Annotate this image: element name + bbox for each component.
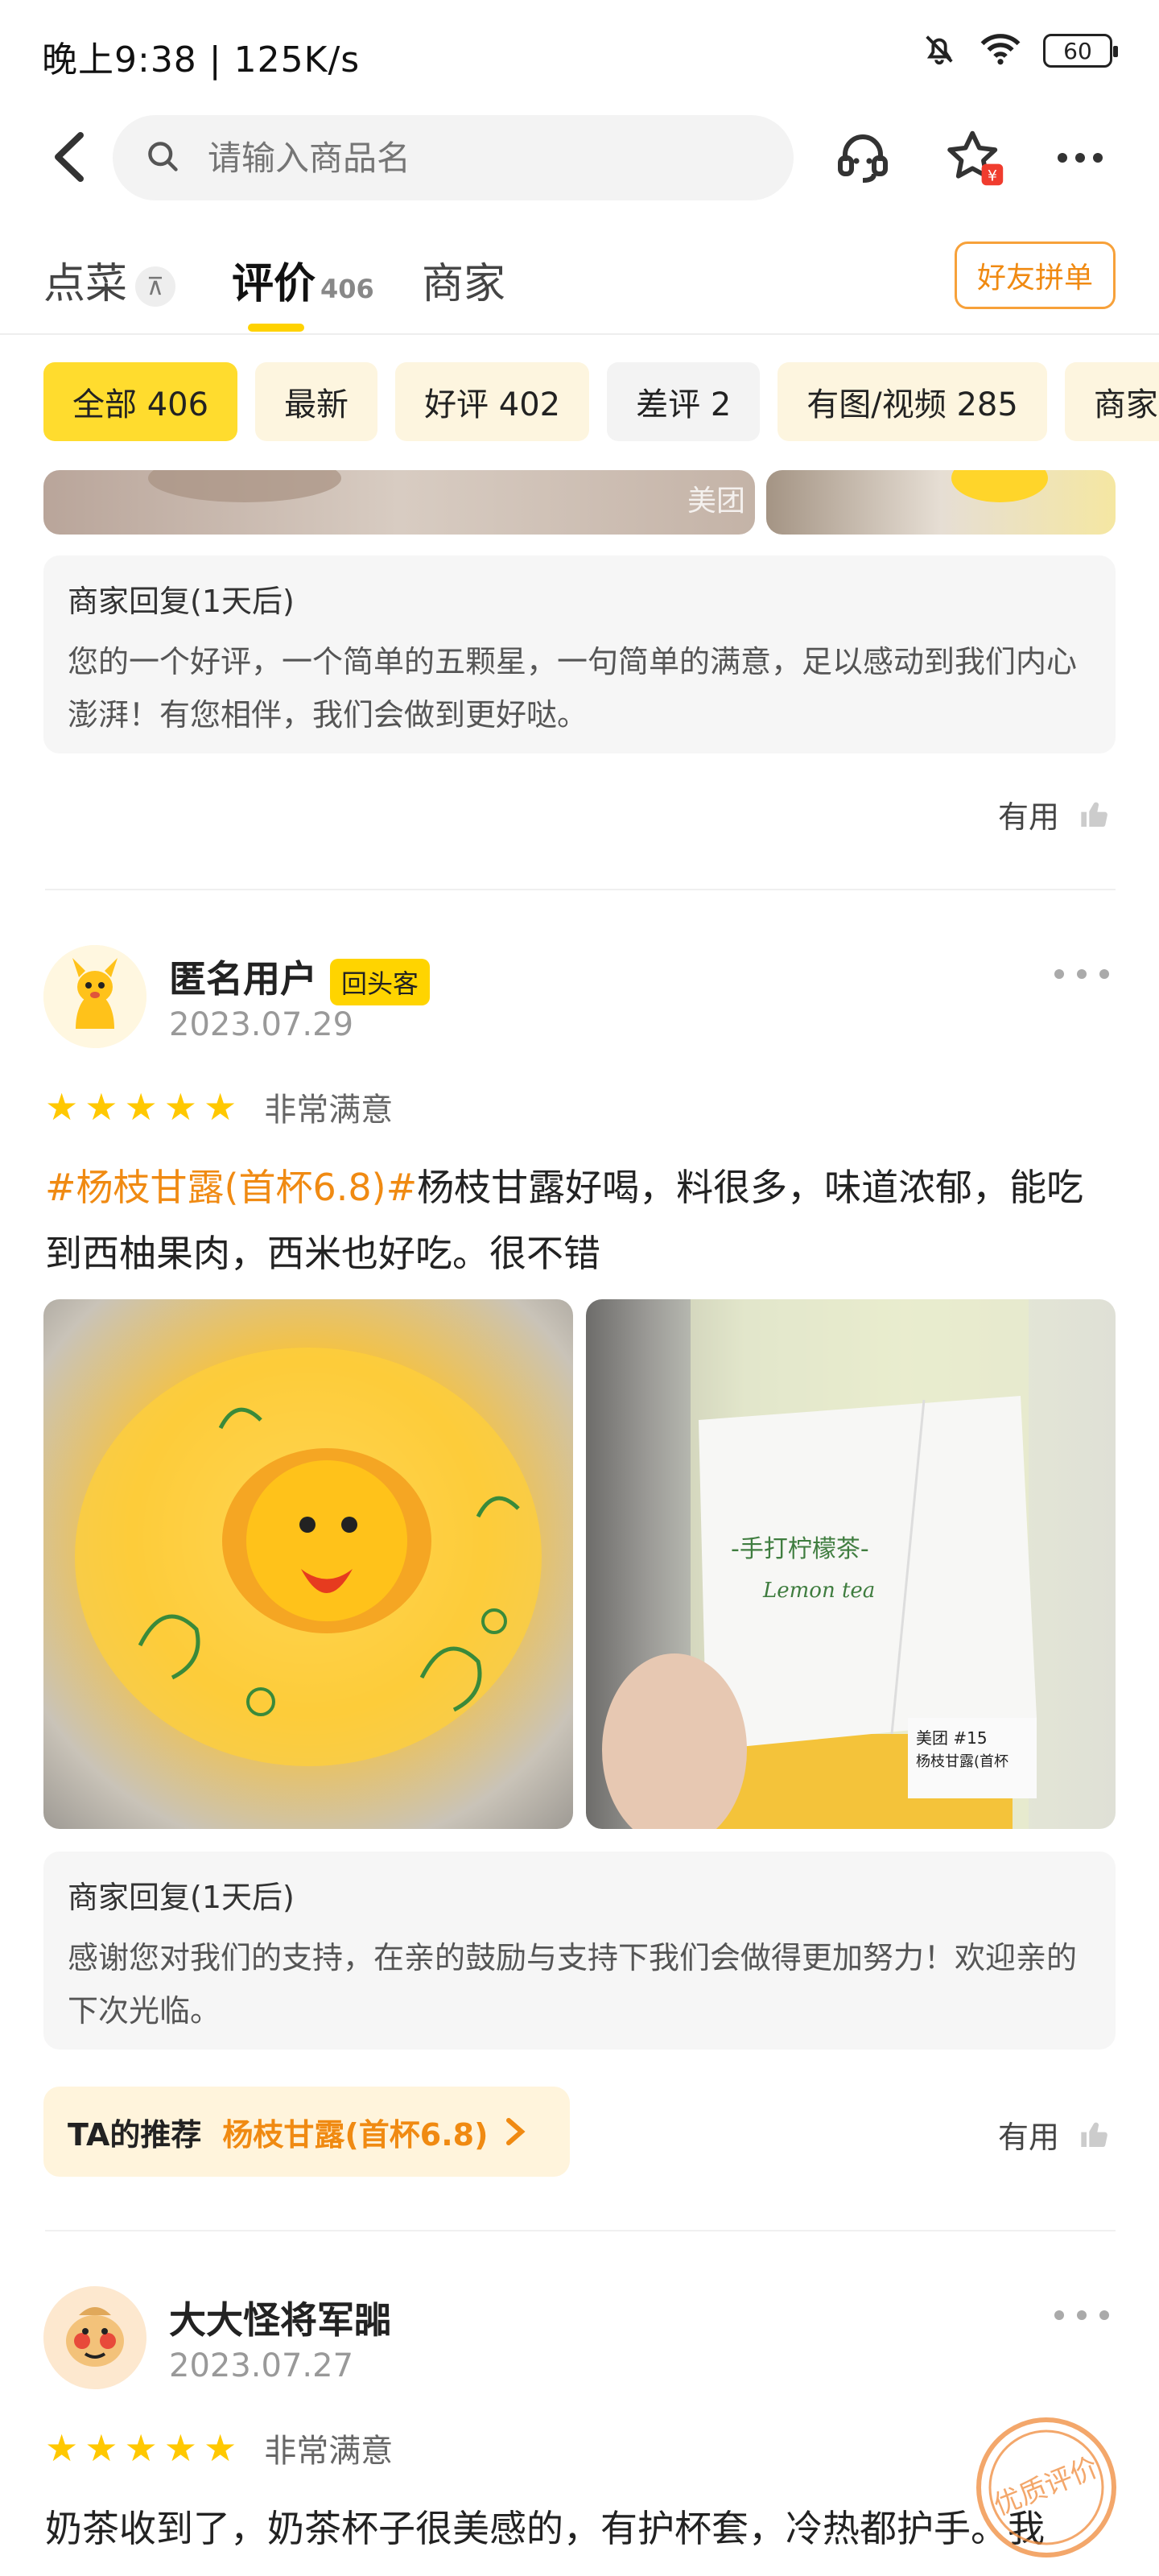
status-time: 晚上9:38 | 125K/s: [42, 39, 361, 80]
battery-indicator: 60: [1043, 34, 1118, 68]
avatar[interactable]: [43, 945, 146, 1048]
review-more-button[interactable]: [1051, 2294, 1112, 2331]
star-icon: ★: [163, 2426, 197, 2470]
rating-text: 非常满意: [264, 2433, 394, 2470]
filter-positive[interactable]: 好评 402: [395, 362, 590, 441]
star-outline-icon: ¥: [947, 130, 1004, 186]
review-more-button[interactable]: [1051, 953, 1112, 990]
chevron-right-icon: [506, 2118, 526, 2145]
more-options-button[interactable]: [1046, 124, 1114, 192]
back-button[interactable]: [45, 129, 93, 185]
customer-service-button[interactable]: [829, 124, 897, 192]
useful-label: 有用: [997, 2120, 1059, 2155]
reply-title: 商家回复(1天后): [68, 1880, 295, 1915]
filter-merchant[interactable]: 商家: [1064, 362, 1159, 441]
search-input[interactable]: [208, 138, 691, 178]
review-user[interactable]: 匿名用户 回头客: [169, 950, 431, 1005]
tab-merchant-label: 商家: [422, 260, 506, 308]
filter-all[interactable]: 全部 406: [43, 362, 238, 441]
review-separator: [45, 2230, 1116, 2231]
duck-float-photo-icon: [75, 1348, 542, 1766]
useful-button[interactable]: 有用: [998, 792, 1111, 836]
tab-reviews-count: 406: [320, 274, 374, 304]
rating-row: ★ ★ ★ ★ ★ 非常满意: [45, 1084, 393, 1130]
tab-menu[interactable]: 点菜 ⊼: [43, 250, 176, 310]
tab-reviews-label: 评价: [232, 260, 316, 308]
star-icon: ★: [85, 2426, 118, 2470]
useful-label: 有用: [997, 799, 1059, 835]
rating-text: 非常满意: [264, 1092, 394, 1129]
review-date: 2023.07.27: [169, 2347, 354, 2384]
recommend-item: 杨枝甘露(首杯6.8): [222, 2116, 489, 2153]
reply-text: 您的一个好评，一个简单的五颗星，一句简单的满意，足以感动到我们内心澎湃！有您相伴…: [68, 644, 1078, 733]
avatar[interactable]: [43, 2286, 146, 2389]
recommendation-link[interactable]: TA的推荐 杨枝甘露(首杯6.8): [43, 2087, 570, 2177]
user-name[interactable]: 大大怪将军嘂: [169, 2291, 391, 2344]
mute-bell-icon: [921, 31, 958, 71]
cup-brand: -手打柠檬茶-: [731, 1535, 869, 1563]
review-tag[interactable]: #杨枝甘露(首杯6.8)#: [45, 1166, 417, 1209]
photo-content-icon: [951, 470, 1048, 502]
star-icon: ★: [85, 1085, 118, 1129]
star-icon: ★: [163, 1085, 197, 1129]
star-icon: ★: [45, 1085, 79, 1129]
svg-text:美团: 美团: [687, 485, 745, 518]
star-icon: ★: [204, 1085, 237, 1129]
star-icon: ★: [124, 2426, 158, 2470]
more-dots-icon: [1054, 969, 1109, 979]
review-photo[interactable]: 美团: [43, 470, 755, 535]
review-photo[interactable]: [43, 1299, 573, 1829]
group-order-button[interactable]: 好友拼单: [955, 242, 1116, 309]
search-box[interactable]: [113, 115, 794, 200]
cup-brand-en: Lemon tea: [762, 1579, 875, 1603]
tab-menu-label: 点菜: [43, 260, 128, 308]
star-icon: ★: [45, 2426, 79, 2470]
filter-negative[interactable]: 差评 2: [607, 362, 761, 441]
pin-top-icon: ⊼: [135, 266, 176, 307]
star-icon: ★: [124, 1085, 158, 1129]
filter-with-media[interactable]: 有图/视频 285: [777, 362, 1047, 441]
merchant-reply: 商家回复(1天后) 感谢您对我们的支持，在亲的鼓励与支持下我们会做得更加努力！欢…: [43, 1852, 1116, 2050]
tab-merchant[interactable]: 商家: [422, 250, 505, 310]
review-date: 2023.07.29: [169, 1006, 354, 1043]
lemon-tea-cup-photo-icon: -手打柠檬茶- Lemon tea 美团 #15 杨枝甘露(首杯: [602, 1299, 1037, 1829]
review-photo[interactable]: [766, 470, 1116, 535]
more-dots-icon: [1058, 153, 1103, 163]
wifi-icon: [979, 31, 1022, 71]
reply-text: 感谢您对我们的支持，在亲的鼓励与支持下我们会做得更加努力！欢迎亲的下次光临。: [68, 1940, 1078, 2029]
thumbs-up-icon: [1081, 802, 1107, 827]
review-content: #杨枝甘露(首杯6.8)#杨枝甘露好喝，料很多，味道浓郁，能吃到西柚果肉，西米也…: [45, 1154, 1116, 1286]
rating-row: ★ ★ ★ ★ ★ 非常满意: [45, 2425, 393, 2471]
review-text: 奶茶收到了，奶茶杯子很美感的，有护杯套，冷热都护手。我: [45, 2507, 1045, 2550]
ticket-no: 美团 #15: [916, 1728, 988, 1748]
repeat-customer-badge: 回头客: [330, 958, 431, 1005]
recommend-label: TA的推荐: [68, 2116, 202, 2153]
headset-icon: [838, 134, 888, 183]
merchant-reply: 商家回复(1天后) 您的一个好评，一个简单的五颗星，一句简单的满意，足以感动到我…: [43, 555, 1116, 753]
cartoon-avatar-icon: [43, 2286, 146, 2389]
reply-title: 商家回复(1天后): [68, 584, 295, 619]
chevron-left-icon: [55, 132, 84, 182]
photo-content-icon: 美团: [148, 470, 745, 518]
svg-text:¥: ¥: [988, 167, 997, 185]
header-divider: [0, 333, 1159, 335]
useful-button[interactable]: 有用: [998, 2112, 1111, 2157]
thumbs-up-icon: [1081, 2122, 1107, 2147]
review-photo[interactable]: -手打柠檬茶- Lemon tea 美团 #15 杨枝甘露(首杯: [586, 1299, 1116, 1829]
search-icon: [145, 138, 180, 177]
user-name: 匿名用户: [169, 957, 317, 1001]
kangaroo-avatar-icon: [43, 945, 146, 1048]
active-tab-indicator: [248, 324, 304, 332]
more-dots-icon: [1054, 2310, 1109, 2320]
ticket-item: 杨枝甘露(首杯: [916, 1753, 1008, 1770]
filter-row: 全部 406 最新 好评 402 差评 2 有图/视频 285 商家: [43, 362, 1159, 441]
stamp-text: 优质评价: [989, 2451, 1103, 2522]
star-icon: ★: [204, 2426, 237, 2470]
tab-reviews[interactable]: 评价 406: [232, 250, 374, 310]
favorite-button[interactable]: ¥: [942, 124, 1009, 192]
status-icons: 60: [921, 31, 1118, 71]
filter-latest[interactable]: 最新: [255, 362, 378, 441]
review-separator: [45, 889, 1116, 890]
